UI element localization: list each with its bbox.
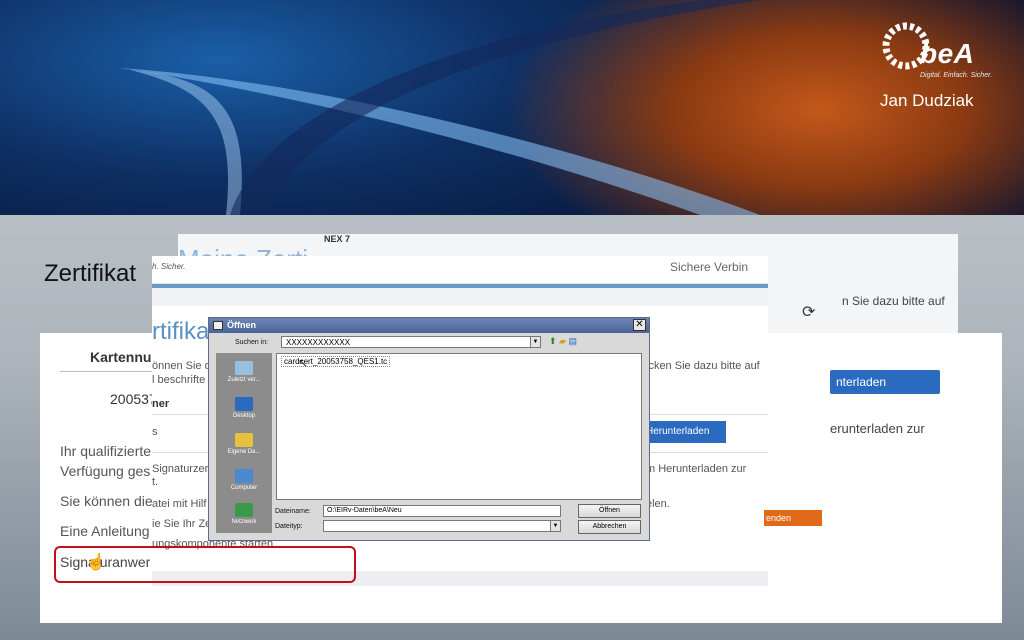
folder-icon (235, 433, 253, 447)
file-list[interactable]: cardcert_20053758_QES1.tc (276, 353, 642, 500)
file-open-dialog: Öffnen ✕ Suchen in: XXXXXXXXXXXX ▼ ⬆ ▰ ▤… (208, 317, 650, 541)
dialog-toolbar: ⬆ ▰ ▤ (549, 336, 577, 347)
place-documents[interactable]: Eigene Da... (216, 433, 272, 455)
look-in-value: XXXXXXXXXXXX (286, 338, 351, 347)
intro-text: l beschrifte (152, 374, 206, 386)
recent-icon (235, 361, 253, 375)
network-icon (235, 503, 253, 517)
slide-banner: beA Digital. Einfach. Sicher. Jan Dudzia… (0, 0, 1024, 215)
text-line: Sie können die (60, 493, 153, 509)
close-icon[interactable]: ✕ (633, 319, 646, 331)
text-line: Verfügung ges (60, 463, 151, 479)
place-label: Computer (230, 485, 258, 491)
up-folder-icon[interactable]: ⬆ (549, 336, 557, 346)
nex-label: NEX 7 (324, 234, 351, 244)
banner-swoosh (120, 0, 760, 215)
look-in-combo[interactable]: XXXXXXXXXXXX ▼ (281, 336, 541, 348)
right-text: erunterladen zur (830, 421, 925, 436)
slide-title: Zertifikat (44, 260, 137, 287)
filetype-label: Dateityp: (275, 523, 303, 530)
download-button-right[interactable]: nterladen (830, 370, 940, 394)
chevron-down-icon[interactable]: ▼ (530, 337, 540, 347)
java-icon (213, 321, 223, 330)
place-label: Eigene Da... (227, 449, 261, 455)
intro-right-text: icken Sie dazu bitte auf (646, 360, 760, 372)
place-computer[interactable]: Computer (216, 469, 272, 491)
signature-text: t. (152, 476, 159, 488)
logo-tagline: Digital. Einfach. Sicher. (920, 72, 993, 79)
signature-text: Signaturzer (152, 463, 209, 475)
orange-button[interactable]: enden (764, 510, 822, 526)
col-label: s (152, 426, 158, 438)
filetype-combo[interactable]: ▼ (323, 520, 561, 532)
subhead: ner (152, 398, 170, 410)
instruction-text: ie Sie Ihr Ze (152, 518, 212, 530)
place-desktop[interactable]: Desktop (216, 397, 272, 419)
secure-connection-label: Sichere Verbin (670, 260, 749, 274)
computer-icon (235, 469, 253, 483)
new-folder-icon[interactable]: ▰ (559, 336, 566, 346)
top-bar: h. Sicher. Sichere Verbin (152, 256, 768, 284)
presenter-name: Jan Dudziak (880, 91, 974, 110)
background-hint: n Sie dazu bitte auf (842, 294, 945, 308)
places-bar: Zuletzt ver... Desktop Eigene Da... Comp… (216, 353, 272, 533)
look-in-label: Suchen in: (235, 339, 269, 346)
place-label: Zuletzt ver... (227, 377, 261, 383)
place-recent[interactable]: Zuletzt ver... (216, 361, 272, 383)
filename-label: Dateiname: (275, 508, 311, 515)
gray-band (152, 288, 768, 306)
text-line: Eine Anleitung (60, 523, 150, 539)
chevron-down-icon[interactable]: ▼ (550, 521, 560, 531)
dialog-titlebar: Öffnen ✕ (209, 318, 649, 333)
place-network[interactable]: Netzwerk (216, 503, 272, 525)
download-button[interactable]: Herunterladen (640, 421, 726, 443)
filename-input[interactable]: O:\EIRv-Daten\beA\Neu (323, 505, 561, 517)
open-button[interactable]: Öffnen (578, 504, 641, 518)
desktop-icon (235, 397, 253, 411)
intro-text: önnen Sie d (152, 360, 211, 372)
breadcrumb: h. Sicher. (152, 262, 186, 271)
place-label: Netzwerk (231, 519, 257, 525)
page-heading: rtifikat (152, 318, 217, 345)
logo-text: beA (920, 38, 975, 69)
card-number: 200537 (110, 391, 157, 407)
hand-cursor-icon: ☝ (86, 554, 106, 571)
table-header: Kartennu (90, 349, 152, 365)
place-label: Desktop (232, 413, 255, 419)
view-menu-icon[interactable]: ▤ (569, 336, 578, 346)
refresh-icon[interactable]: ⟳ (802, 302, 815, 322)
signature-right-text: m Herunterladen zur (646, 463, 747, 475)
dialog-title: Öffnen (227, 320, 256, 330)
text-line: Ihr qualifizierte (60, 443, 152, 459)
mouse-cursor-icon: ↖ (298, 356, 309, 370)
bea-logo: beA Digital. Einfach. Sicher. Jan Dudzia… (880, 18, 1010, 114)
file-text: atei mit Hilf (152, 498, 207, 510)
cancel-button[interactable]: Abbrechen (578, 520, 641, 534)
